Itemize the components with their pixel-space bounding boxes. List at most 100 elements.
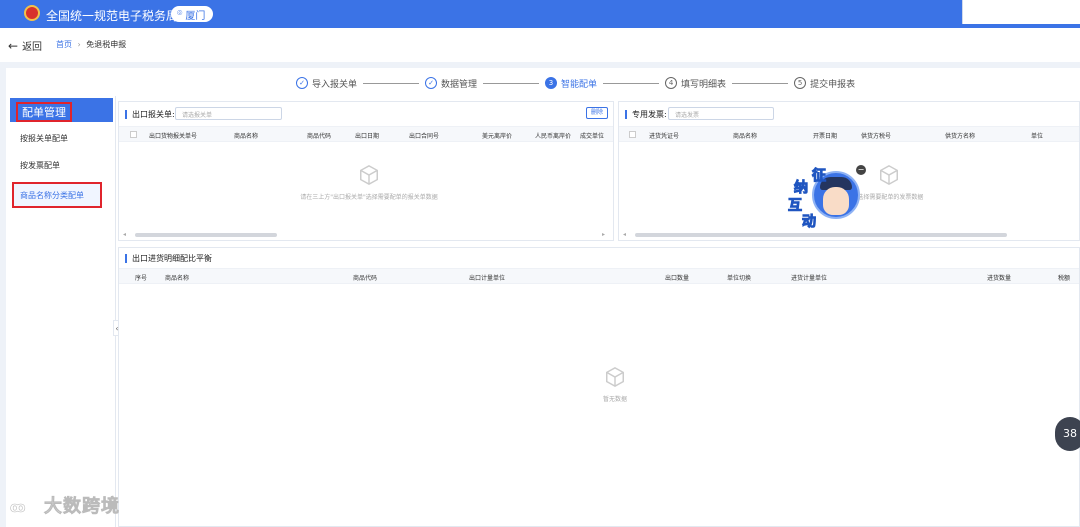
sidebar-item-by-customs[interactable]: 按报关单配单	[20, 133, 68, 144]
select-all-checkbox[interactable]	[130, 131, 137, 138]
empty-box-icon	[360, 164, 378, 186]
column-header: 商品名称	[234, 133, 259, 140]
detail-table-header: 序号 商品名称 商品代码 出口计量单位 出口数量 单位切换 进货计量单位 进货数…	[119, 268, 1079, 284]
mascot-char: 征	[812, 168, 827, 185]
horizontal-scrollbar[interactable]	[135, 233, 277, 237]
column-header: 出口计量单位	[469, 275, 506, 282]
select-all-checkbox[interactable]	[629, 131, 636, 138]
step-label: 填写明细表	[681, 79, 727, 90]
app-title: 全国统一规范电子税务局	[46, 9, 179, 23]
city-selector[interactable]: ⌾ 厦门	[171, 6, 214, 22]
column-header: 进货凭证号	[649, 133, 680, 140]
step-label: 提交申报表	[810, 79, 856, 90]
customs-panel: 出口报关单: 请选报关单 删除 出口货物报关单号 商品名称 商品代码 出口日期 …	[118, 101, 614, 241]
mascot-char: 纳	[794, 180, 809, 197]
column-header: 序号	[135, 275, 148, 282]
customs-empty-state: 请在三上方"出口报关单"选择需要配单的报关单数据	[269, 164, 469, 201]
step-label: 智能配单	[561, 79, 598, 90]
step-3[interactable]: 3 智能配单	[545, 77, 597, 90]
detail-empty-state: 暂无数据	[565, 366, 665, 403]
step-label: 导入报关单	[312, 79, 358, 90]
horizontal-scrollbar[interactable]	[635, 233, 1007, 237]
sidebar-title-label: 配单管理	[16, 102, 72, 122]
column-header: 出口日期	[355, 133, 380, 140]
invoice-search-input[interactable]: 请选发票	[668, 107, 774, 120]
back-button[interactable]: ← 返回	[8, 38, 43, 54]
column-header: 出口货物报关单号	[149, 133, 198, 140]
invoice-table-header: 进货凭证号 商品名称 开票日期 供货方税号 供货方名称 单位	[619, 126, 1079, 142]
customs-panel-title: 出口报关单:	[125, 110, 175, 119]
scroll-left-icon[interactable]: ◂	[123, 231, 126, 238]
column-header: 成交单位	[580, 133, 605, 140]
breadcrumb-separator: ›	[77, 40, 81, 49]
location-pin-icon: ⌾	[177, 9, 183, 19]
top-search-input[interactable]	[962, 0, 1080, 24]
column-header: 单位	[1031, 133, 1044, 140]
breadcrumb: 首页 › 免退税申报	[56, 39, 126, 50]
breadcrumb-current: 免退税申报	[86, 40, 127, 49]
column-header: 商品代码	[353, 275, 378, 282]
mascot-char: 动	[802, 214, 817, 231]
step-label: 数据管理	[441, 79, 478, 90]
step-connector	[363, 82, 420, 84]
close-icon[interactable]: −	[856, 165, 866, 175]
step-check-icon: ✓	[296, 77, 308, 89]
scroll-right-icon[interactable]: ▸	[602, 231, 605, 238]
sidebar-title: 配单管理	[10, 98, 113, 122]
column-header: 供货方名称	[945, 133, 976, 140]
detail-empty-text: 暂无数据	[602, 396, 627, 403]
step-connector	[483, 82, 540, 84]
breadcrumb-home[interactable]: 首页	[56, 40, 72, 49]
watermark: ꝏ 大数跨境	[10, 492, 120, 518]
detail-panel-title: 出口进货明细配比平衡	[125, 254, 212, 263]
empty-box-icon	[606, 366, 624, 388]
customs-search-input[interactable]: 请选报关单	[175, 107, 282, 120]
floating-counter-button[interactable]: 38	[1055, 417, 1080, 451]
column-header: 商品名称	[165, 275, 190, 282]
watermark-logo-icon: ꝏ	[10, 500, 27, 517]
back-label: 返回	[22, 42, 43, 53]
top-header: 全国统一规范电子税务局 ⌾ 厦门	[0, 0, 1080, 28]
step-number: 4	[665, 77, 678, 89]
column-header: 开票日期	[813, 133, 838, 140]
column-header: 税额	[1058, 275, 1071, 282]
city-label: 厦门	[185, 10, 206, 22]
step-5[interactable]: 5 提交申报表	[794, 77, 855, 90]
column-header: 商品代码	[307, 133, 332, 140]
tax-emblem-icon	[24, 5, 40, 21]
column-header: 进货计量单位	[791, 275, 828, 282]
column-header: 单位切换	[727, 275, 752, 282]
column-header: 出口数量	[665, 275, 690, 282]
sidebar-item-by-category[interactable]: 商品名称分类配单	[12, 182, 102, 208]
step-4[interactable]: 4 填写明细表	[665, 77, 726, 90]
invoice-panel-title: 专用发票:	[625, 110, 667, 119]
column-header: 商品名称	[733, 133, 758, 140]
step-connector	[603, 82, 660, 84]
column-header: 进货数量	[987, 275, 1012, 282]
sidebar: 配单管理 按报关单配单 按发票配单 商品名称分类配单 ‹	[6, 96, 121, 527]
step-connector	[732, 82, 789, 84]
step-2[interactable]: ✓ 数据管理	[425, 77, 477, 90]
breadcrumb-bar: ← 返回 首页 › 免退税申报	[0, 28, 1080, 62]
step-number: 5	[794, 77, 807, 89]
sidebar-item-by-invoice[interactable]: 按发票配单	[20, 160, 60, 171]
customs-table-header: 出口货物报关单号 商品名称 商品代码 出口日期 出口合同号 美元离岸价 人民币离…	[119, 126, 613, 142]
step-number: 3	[545, 77, 558, 89]
column-header: 美元离岸价	[482, 133, 513, 140]
step-1[interactable]: ✓ 导入报关单	[296, 77, 357, 90]
column-header: 人民币离岸价	[535, 133, 572, 140]
step-check-icon: ✓	[425, 77, 438, 89]
mascot-face	[823, 187, 849, 215]
mascot-widget[interactable]: 征 纳 互 动 −	[788, 165, 866, 231]
column-header: 出口合同号	[409, 133, 440, 140]
column-header: 供货方税号	[861, 133, 892, 140]
step-progress: ✓ 导入报关单 ✓ 数据管理 3 智能配单 4 填写明细表 5 提交申报表	[296, 76, 855, 90]
delete-button[interactable]: 删除	[586, 107, 608, 119]
customs-empty-text: 请在三上方"出口报关单"选择需要配单的报关单数据	[300, 194, 438, 201]
detail-panel: 出口进货明细配比平衡 序号 商品名称 商品代码 出口计量单位 出口数量 单位切换…	[118, 247, 1080, 527]
mascot-char: 互	[788, 198, 803, 215]
scroll-left-icon[interactable]: ◂	[623, 231, 626, 238]
empty-box-icon	[880, 164, 898, 186]
watermark-text: 大数跨境	[44, 496, 120, 518]
back-arrow-icon: ←	[8, 38, 19, 53]
